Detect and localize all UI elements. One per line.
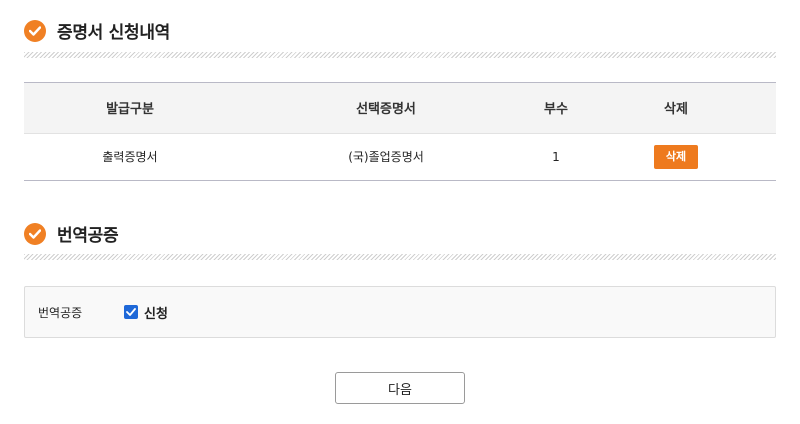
translation-label: 번역공증 (38, 305, 83, 320)
cell-delete: 삭제 (576, 133, 776, 180)
cell-certificate: (국)졸업증명서 (348, 150, 424, 165)
section-title: 증명서 신청내역 (57, 23, 170, 43)
table-row: 출력증명서 (국)졸업증명서 1 삭제 (24, 133, 776, 180)
column-header-type: 발급구분 (24, 83, 236, 134)
hatch-divider (24, 52, 776, 58)
section-title: 번역공증 (57, 226, 119, 246)
check-circle-icon (24, 222, 46, 245)
checkmark-icon (126, 308, 136, 316)
translation-checkbox-label[interactable]: 신청 (144, 303, 168, 322)
cell-type: 출력증명서 (102, 150, 158, 165)
section-header-translation: 번역공증 (24, 221, 119, 246)
column-header-delete: 삭제 (576, 83, 776, 134)
check-circle-icon (24, 19, 46, 42)
next-button[interactable]: 다음 (335, 372, 465, 404)
delete-button[interactable]: 삭제 (654, 144, 698, 169)
translation-panel: 번역공증 신청 (24, 286, 776, 338)
hatch-divider (24, 254, 776, 260)
application-table: 발급구분 선택증명서 부수 삭제 출력증명서 (국)졸업증명서 1 삭제 (24, 82, 776, 181)
table-header-row: 발급구분 선택증명서 부수 삭제 (24, 83, 776, 134)
translation-checkbox[interactable] (124, 305, 138, 319)
column-header-copies: 부수 (536, 83, 576, 134)
cell-copies: 1 (552, 149, 560, 164)
column-header-certificate: 선택증명서 (236, 83, 536, 134)
section-header-applications: 증명서 신청내역 (24, 18, 170, 43)
